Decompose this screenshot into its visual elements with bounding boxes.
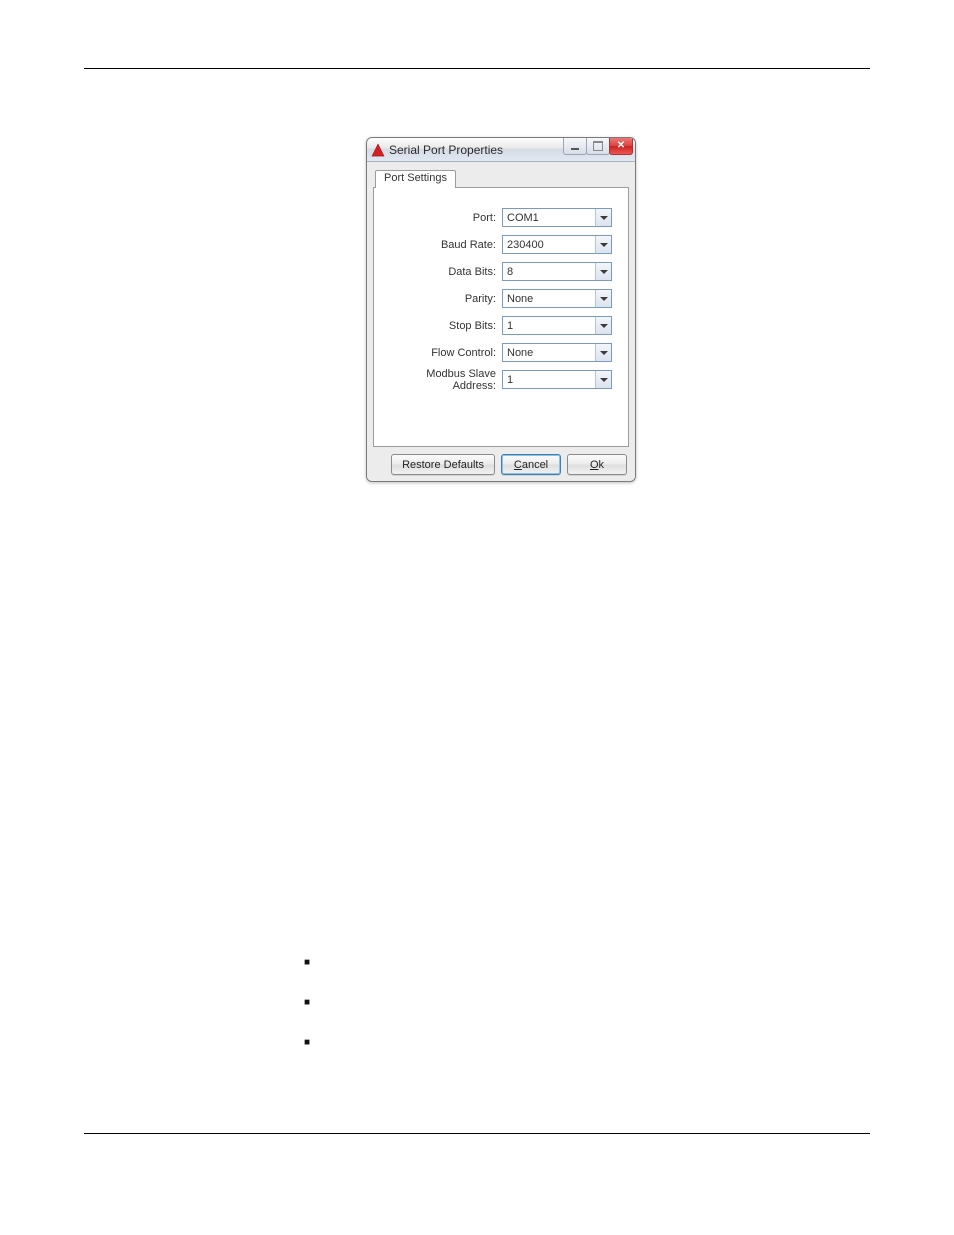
combo-stop-bits[interactable]: 1 xyxy=(502,316,612,335)
label-flow-control: Flow Control: xyxy=(386,347,502,359)
ok-button[interactable]: Ok xyxy=(567,454,627,475)
bullet: ■ xyxy=(304,1038,310,1048)
combo-parity[interactable]: None xyxy=(502,289,612,308)
row-flow-control: Flow Control: None xyxy=(386,341,616,364)
tab-area: Port Settings Port: COM1 Baud Rate: 2304… xyxy=(373,168,629,448)
ok-label: Ok xyxy=(590,459,604,471)
combo-modbus-value: 1 xyxy=(507,374,513,386)
cancel-label: Cancel xyxy=(514,459,548,471)
row-modbus-address: Modbus Slave Address: 1 xyxy=(386,368,616,391)
bullet: ■ xyxy=(304,958,310,968)
chevron-down-icon xyxy=(595,209,611,226)
restore-defaults-button[interactable]: Restore Defaults xyxy=(391,454,495,475)
chevron-down-icon xyxy=(595,344,611,361)
page-bullet-marks: ■ ■ ■ xyxy=(304,958,310,1078)
combo-baud-value: 230400 xyxy=(507,239,544,251)
combo-port[interactable]: COM1 xyxy=(502,208,612,227)
chevron-down-icon xyxy=(595,317,611,334)
titlebar[interactable]: Serial Port Properties xyxy=(367,138,635,162)
minimize-button[interactable] xyxy=(563,138,587,155)
serial-port-properties-dialog: Serial Port Properties Port Settings Por… xyxy=(366,137,636,482)
tab-panel-port-settings: Port: COM1 Baud Rate: 230400 Data Bits: xyxy=(373,187,629,447)
row-data-bits: Data Bits: 8 xyxy=(386,260,616,283)
label-baud-rate: Baud Rate: xyxy=(386,239,502,251)
row-port: Port: COM1 xyxy=(386,206,616,229)
row-stop-bits: Stop Bits: 1 xyxy=(386,314,616,337)
chevron-down-icon xyxy=(595,371,611,388)
combo-parity-value: None xyxy=(507,293,533,305)
maximize-button[interactable] xyxy=(586,138,610,155)
cancel-button[interactable]: Cancel xyxy=(501,454,561,475)
page-top-rule xyxy=(84,68,870,69)
bullet: ■ xyxy=(304,998,310,1008)
combo-port-value: COM1 xyxy=(507,212,539,224)
combo-flow-value: None xyxy=(507,347,533,359)
combo-flow-control[interactable]: None xyxy=(502,343,612,362)
page-bottom-rule xyxy=(84,1133,870,1134)
combo-databits-value: 8 xyxy=(507,266,513,278)
chevron-down-icon xyxy=(595,290,611,307)
combo-baud-rate[interactable]: 230400 xyxy=(502,235,612,254)
dialog-button-row: Restore Defaults Cancel Ok xyxy=(373,454,629,475)
dialog-body: Port Settings Port: COM1 Baud Rate: 2304… xyxy=(367,162,635,481)
label-data-bits: Data Bits: xyxy=(386,266,502,278)
combo-stopbits-value: 1 xyxy=(507,320,513,332)
chevron-down-icon xyxy=(595,236,611,253)
label-port: Port: xyxy=(386,212,502,224)
app-icon xyxy=(371,143,385,157)
window-title: Serial Port Properties xyxy=(389,143,503,157)
restore-defaults-label: Restore Defaults xyxy=(402,459,484,471)
combo-data-bits[interactable]: 8 xyxy=(502,262,612,281)
window-controls xyxy=(564,138,633,155)
row-baud-rate: Baud Rate: 230400 xyxy=(386,233,616,256)
chevron-down-icon xyxy=(595,263,611,280)
tab-header: Port Settings xyxy=(373,168,629,187)
close-button[interactable] xyxy=(609,138,633,155)
tab-port-settings[interactable]: Port Settings xyxy=(375,170,456,188)
label-parity: Parity: xyxy=(386,293,502,305)
label-modbus-address: Modbus Slave Address: xyxy=(386,368,502,392)
label-stop-bits: Stop Bits: xyxy=(386,320,502,332)
row-parity: Parity: None xyxy=(386,287,616,310)
combo-modbus-address[interactable]: 1 xyxy=(502,370,612,389)
